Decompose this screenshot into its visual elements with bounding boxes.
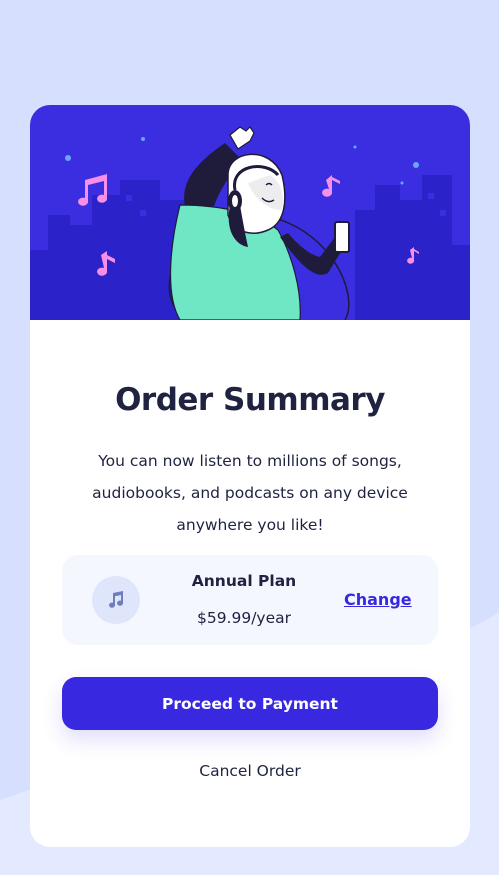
hero-illustration [30,105,470,320]
proceed-to-payment-button[interactable]: Proceed to Payment [62,677,438,730]
cancel-order-button[interactable]: Cancel Order [30,762,470,780]
plan-box: Annual Plan $59.99/year Change [62,555,438,645]
summary-description: You can now listen to millions of songs,… [92,452,408,534]
plan-name: Annual Plan [191,572,297,590]
order-summary-card: Order Summary You can now listen to mill… [30,105,470,847]
change-plan-link[interactable]: Change [344,590,412,609]
plan-price: $59.99/year [196,609,292,627]
music-note-icon [92,576,140,624]
page-title: Order Summary [115,382,385,418]
